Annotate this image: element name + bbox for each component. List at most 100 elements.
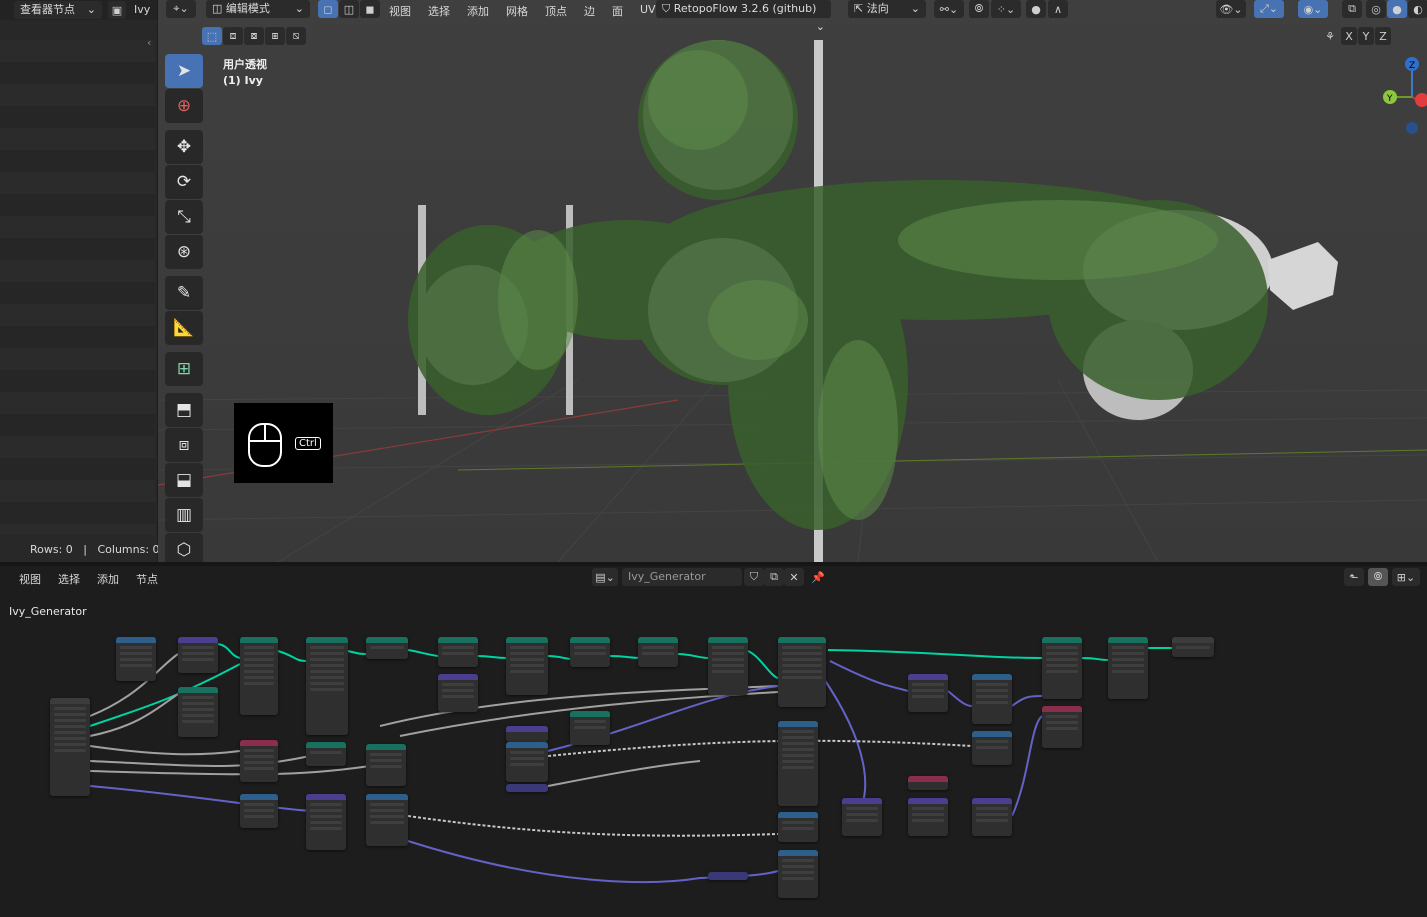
wireframe-shading-icon[interactable]: ◎	[1366, 0, 1386, 18]
node-32[interactable]	[972, 674, 1012, 724]
transform-icon: ⊛	[176, 242, 192, 262]
falloff-icon[interactable]: ∧	[1048, 0, 1068, 18]
snap-target-icon[interactable]: ⁘⌄	[991, 0, 1021, 18]
editor-type-dropdown[interactable]: 查看器节点 ⌄	[14, 1, 102, 19]
editor-type-icon[interactable]: ⌖⌄	[166, 0, 196, 18]
node-17[interactable]	[306, 742, 346, 766]
node-33[interactable]	[972, 731, 1012, 765]
node-20[interactable]	[506, 742, 548, 782]
gizmo-icon[interactable]: ⤢⌄	[1254, 0, 1284, 18]
loop-cut-tool[interactable]: ▥	[165, 498, 203, 532]
node-7[interactable]	[438, 637, 478, 667]
node-27[interactable]	[708, 872, 748, 880]
snap-icon[interactable]: ⦾	[969, 0, 989, 18]
menu-vertex[interactable]: 顶点	[545, 3, 567, 19]
orientation-dropdown[interactable]: ⇱ 法向 ⌄	[848, 0, 926, 18]
node-16[interactable]	[240, 740, 278, 782]
object-icon[interactable]: ▣	[108, 1, 126, 19]
material-shading-icon[interactable]: ◐	[1408, 0, 1427, 18]
node-2[interactable]	[178, 637, 218, 673]
cursor-tool[interactable]: ⊕	[165, 89, 203, 123]
node-6[interactable]	[366, 637, 408, 659]
node-30[interactable]	[908, 776, 948, 790]
node-29[interactable]	[908, 674, 948, 712]
retopoflow-dropdown[interactable]: ⛉ RetopoFlow 3.2.6 (github) ⌄	[656, 0, 831, 33]
node-23[interactable]	[306, 794, 346, 850]
node-1[interactable]	[116, 637, 156, 681]
visibility-icon[interactable]: 👁⌄	[1216, 0, 1246, 18]
add-cube-tool[interactable]: ⊞	[165, 352, 203, 386]
node-19[interactable]	[506, 726, 548, 742]
navigation-gizmo[interactable]: Z Y	[1378, 52, 1427, 142]
viewport-3d[interactable]: ⌖⌄ ◫ 编辑模式 ⌄ ◻ ◫ ◼ 视图 选择 添加 网格 顶点 边 面 UV …	[158, 0, 1427, 562]
extrude-tool[interactable]: ⬒	[165, 393, 203, 427]
node-31[interactable]	[908, 798, 948, 836]
node-25[interactable]	[778, 812, 818, 842]
node-36[interactable]	[1042, 706, 1082, 748]
menu-face[interactable]: 面	[612, 3, 623, 19]
xray-icon[interactable]: ⧉	[1342, 0, 1362, 18]
node-26[interactable]	[778, 850, 818, 898]
menu-add[interactable]: 添加	[467, 3, 489, 19]
menu-view[interactable]: 视图	[389, 3, 411, 19]
rotate-tool[interactable]: ⟳	[165, 165, 203, 199]
transform-tool[interactable]: ⊛	[165, 235, 203, 269]
menu-select[interactable]: 选择	[428, 3, 450, 19]
node-9[interactable]	[506, 637, 548, 695]
mirror-x-button[interactable]: X	[1341, 27, 1357, 45]
group-input-node[interactable]	[50, 698, 90, 796]
node-3[interactable]	[178, 687, 218, 737]
select-intersect-icon[interactable]: ⧅	[286, 27, 306, 45]
node-11[interactable]	[570, 711, 610, 745]
face-select-icon[interactable]: ◼	[360, 0, 380, 18]
select-subtract-icon[interactable]: ⧇	[244, 27, 264, 45]
node-10[interactable]	[570, 637, 610, 667]
scale-icon: ⤡	[177, 207, 191, 227]
node-8[interactable]	[438, 674, 478, 712]
overlay-icon[interactable]: ◉⌄	[1298, 0, 1328, 18]
measure-tool[interactable]: 📐	[165, 311, 203, 345]
butterfly-icon[interactable]: ⚘	[1320, 27, 1340, 45]
node-24[interactable]	[366, 794, 408, 846]
node-37[interactable]	[1108, 637, 1148, 699]
node-5[interactable]	[306, 637, 348, 735]
node-35[interactable]	[1042, 637, 1082, 699]
proportional-edit-icon[interactable]: ●	[1026, 0, 1046, 18]
node-21[interactable]	[506, 784, 548, 792]
edge-select-icon[interactable]: ◫	[339, 0, 359, 18]
node-12[interactable]	[638, 637, 678, 667]
inset-icon: ⧈	[178, 435, 190, 455]
solid-shading-icon[interactable]: ●	[1387, 0, 1407, 18]
annotate-tool[interactable]: ✎	[165, 276, 203, 310]
scale-tool[interactable]: ⤡	[165, 200, 203, 234]
mirror-z-button[interactable]: Z	[1375, 27, 1391, 45]
menu-mesh[interactable]: 网格	[506, 3, 528, 19]
collapse-arrow-icon[interactable]: ‹	[147, 36, 151, 49]
gizmo-z-label: Z	[1409, 61, 1415, 71]
vertex-select-icon[interactable]: ◻	[318, 0, 338, 18]
inset-tool[interactable]: ⧈	[165, 428, 203, 462]
select-extend-icon[interactable]: ⧈	[223, 27, 243, 45]
group-output-node[interactable]	[1172, 637, 1214, 657]
bevel-tool[interactable]: ⬓	[165, 463, 203, 497]
pivot-icon[interactable]: ⚯⌄	[934, 0, 964, 18]
knife-tool[interactable]: ⬡	[165, 533, 203, 562]
select-new-icon[interactable]: ⬚	[202, 27, 222, 45]
menu-edge[interactable]: 边	[584, 3, 595, 19]
node-14[interactable]	[778, 637, 826, 707]
mirror-y-button[interactable]: Y	[1358, 27, 1374, 45]
node-13[interactable]	[708, 637, 748, 695]
node-4[interactable]	[240, 637, 278, 715]
node-22[interactable]	[240, 794, 278, 828]
node-15[interactable]	[778, 721, 818, 806]
select-box-tool[interactable]: ➤	[165, 54, 203, 88]
node-28[interactable]	[842, 798, 882, 836]
node-34[interactable]	[972, 798, 1012, 836]
select-invert-icon[interactable]: ⧆	[265, 27, 285, 45]
node-18[interactable]	[366, 744, 406, 786]
selection-mode-row: ⬚ ⧈ ⧇ ⧆ ⧅	[202, 27, 306, 45]
move-tool[interactable]: ✥	[165, 130, 203, 164]
menu-uv[interactable]: UV	[640, 3, 656, 19]
mode-dropdown[interactable]: ◫ 编辑模式 ⌄	[206, 0, 310, 18]
node-editor[interactable]: 视图 选择 添加 节点 ▤⌄ Ivy_Generator ⛉ ⧉ ✕ 📌 ⬑ ⦾…	[0, 566, 1427, 917]
